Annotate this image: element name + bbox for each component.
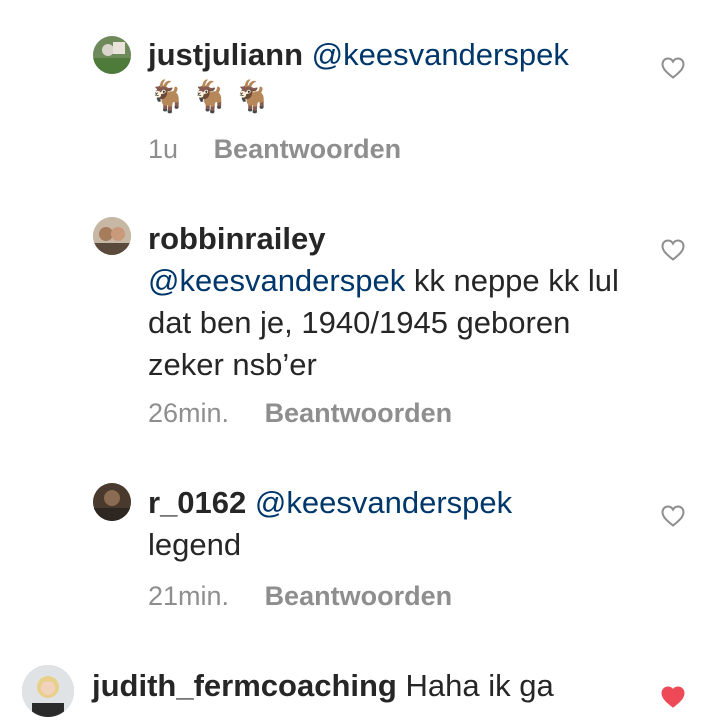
heart-icon[interactable] <box>661 505 685 527</box>
mention-link[interactable]: @keesvanderspek <box>148 263 405 298</box>
heart-icon[interactable] <box>661 57 685 79</box>
reply-button[interactable]: Beantwoorden <box>265 581 453 611</box>
heart-icon[interactable] <box>661 686 685 708</box>
avatar[interactable] <box>93 217 131 255</box>
timestamp: 26min. <box>148 398 230 428</box>
comment-text: legend <box>148 527 242 562</box>
username[interactable]: r_0162 <box>148 485 246 520</box>
reply-button[interactable]: Beantwoorden <box>214 134 402 164</box>
reply-button[interactable]: Beantwoorden <box>265 398 453 428</box>
comment-meta: 1u Beantwoorden <box>148 134 401 165</box>
comment-body: justjuliann @keesvanderspek 🐐🐐🐐 <box>148 34 668 118</box>
comment-text: Haha ik ga <box>405 668 554 703</box>
comment-meta: 21min. Beantwoorden <box>148 581 452 612</box>
timestamp: 21min. <box>148 581 230 611</box>
mention-link[interactable]: @keesvanderspek <box>255 485 512 520</box>
avatar[interactable] <box>93 483 131 521</box>
mention-link[interactable]: @keesvanderspek <box>312 37 569 72</box>
avatar[interactable] <box>22 665 74 717</box>
username[interactable]: robbinrailey <box>148 221 325 256</box>
comment-meta: 26min. Beantwoorden <box>148 398 452 429</box>
username[interactable]: justjuliann <box>148 37 303 72</box>
comment-body: r_0162 @keesvanderspek legend <box>148 482 648 566</box>
username[interactable]: judith_fermcoaching <box>92 668 397 703</box>
comment-body: judith_fermcoaching Haha ik ga <box>92 665 652 707</box>
timestamp: 1u <box>148 134 179 164</box>
avatar[interactable] <box>93 36 131 74</box>
comment-text: 🐐🐐🐐 <box>148 79 276 114</box>
comment-body: robbinrailey @keesvanderspek kk neppe kk… <box>148 218 648 386</box>
heart-icon[interactable] <box>661 239 685 261</box>
